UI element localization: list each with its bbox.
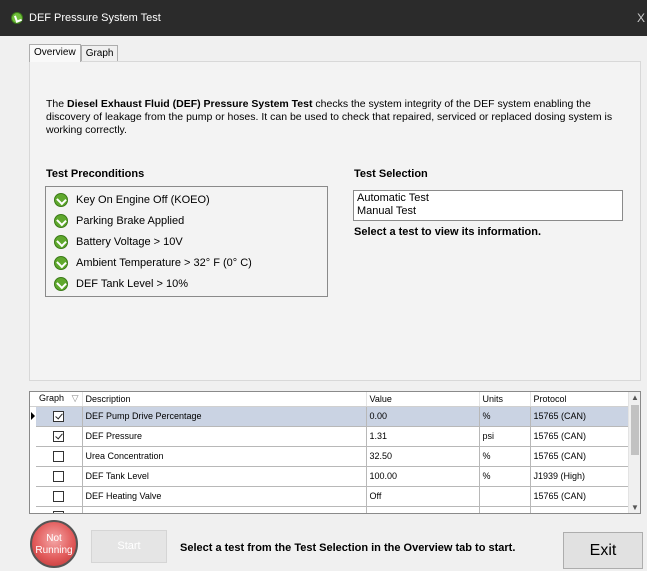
check-circle-icon <box>54 277 68 291</box>
table-row[interactable]: DEF Heating Valve Off 15765 (CAN) <box>30 486 630 507</box>
scroll-down-icon[interactable]: ▼ <box>631 503 639 512</box>
value-cell: Off <box>366 486 480 507</box>
precondition-item: Parking Brake Applied <box>54 214 184 228</box>
window-title: DEF Pressure System Test <box>29 12 161 24</box>
graph-checkbox[interactable] <box>53 450 65 462</box>
value-cell: 32.50 <box>366 446 480 467</box>
protocol-cell: 15765 (CAN) <box>530 426 630 447</box>
units-cell: psi <box>479 426 531 447</box>
graph-checkbox[interactable] <box>53 490 65 502</box>
column-header-description[interactable]: Description <box>82 392 367 407</box>
scrollbar-thumb[interactable] <box>631 405 639 455</box>
row-pointer-icon <box>31 412 35 421</box>
intro-text: The Diesel Exhaust Fluid (DEF) Pressure … <box>46 98 613 136</box>
graph-cell <box>36 466 83 487</box>
graph-cell <box>36 446 83 467</box>
test-selection-list[interactable]: Automatic Test Manual Test <box>353 190 623 221</box>
protocol-cell <box>530 506 630 513</box>
exit-button[interactable]: Exit <box>563 532 643 569</box>
units-cell <box>479 506 531 513</box>
column-header-graph[interactable]: Graph ▽ <box>36 392 83 407</box>
graph-cell <box>36 426 83 447</box>
check-circle-icon <box>54 214 68 228</box>
value-cell: 100.00 <box>366 466 480 487</box>
app-icon <box>11 12 23 24</box>
footer-hint: Select a test from the Test Selection in… <box>180 542 516 554</box>
protocol-cell: 15765 (CAN) <box>530 486 630 507</box>
test-selection-title: Test Selection <box>354 168 428 180</box>
description-cell: Urea Concentration <box>82 446 367 467</box>
overview-panel: The Diesel Exhaust Fluid (DEF) Pressure … <box>29 61 641 381</box>
parameter-grid[interactable]: Graph ▽ Description Value Units Protocol … <box>29 391 641 514</box>
precondition-item: Key On Engine Off (KOEO) <box>54 193 210 207</box>
scroll-up-icon[interactable]: ▲ <box>631 393 639 402</box>
description-cell: DEF Pump Drive Percentage <box>82 406 367 427</box>
selection-hint: Select a test to view its information. <box>354 226 542 238</box>
table-row[interactable]: DEF Pump Drive Percentage 0.00 % 15765 (… <box>30 406 630 427</box>
graph-checkbox[interactable] <box>53 470 65 482</box>
graph-checkbox[interactable] <box>53 510 65 513</box>
graph-checkbox[interactable] <box>53 430 65 442</box>
description-cell: DEF Tank Level <box>82 466 367 487</box>
protocol-cell: J1939 (High) <box>530 466 630 487</box>
graph-checkbox[interactable] <box>53 410 65 422</box>
close-icon[interactable]: X <box>637 11 645 25</box>
check-circle-icon <box>54 193 68 207</box>
protocol-cell: 15765 (CAN) <box>530 406 630 427</box>
preconditions-title: Test Preconditions <box>46 168 145 180</box>
check-circle-icon <box>54 235 68 249</box>
graph-cell <box>36 506 83 513</box>
table-row[interactable]: DEF Pressure 1.31 psi 15765 (CAN) <box>30 426 630 447</box>
precondition-item: DEF Tank Level > 10% <box>54 277 188 291</box>
column-header-units[interactable]: Units <box>479 392 531 407</box>
table-row[interactable]: DEF Tank Level 100.00 % J1939 (High) <box>30 466 630 487</box>
sort-indicator-icon: ▽ <box>71 393 79 404</box>
table-row[interactable]: Urea Concentration 32.50 % 15765 (CAN) <box>30 446 630 467</box>
intro-test-name: Diesel Exhaust Fluid (DEF) Pressure Syst… <box>67 98 313 110</box>
units-cell: % <box>479 406 531 427</box>
value-cell: 0.00 <box>366 406 480 427</box>
graph-cell <box>36 406 83 427</box>
tab-overview[interactable]: Overview <box>29 44 81 62</box>
value-cell: 1.31 <box>366 426 480 447</box>
run-status-indicator[interactable]: Not Running <box>30 520 78 568</box>
description-cell: DEF Pressure <box>82 426 367 447</box>
table-row[interactable] <box>30 506 630 513</box>
grid-scrollbar[interactable]: ▲ ▼ <box>628 392 640 513</box>
test-option-automatic[interactable]: Automatic Test <box>357 192 619 205</box>
tab-strip: Overview Graph <box>29 44 119 62</box>
start-button[interactable]: Start <box>91 530 167 563</box>
column-header-value[interactable]: Value <box>366 392 480 407</box>
units-cell: % <box>479 446 531 467</box>
value-cell <box>366 506 480 513</box>
description-cell <box>82 506 367 513</box>
tab-graph[interactable]: Graph <box>80 45 119 62</box>
precondition-item: Battery Voltage > 10V <box>54 235 183 249</box>
column-header-protocol[interactable]: Protocol <box>530 392 630 407</box>
check-circle-icon <box>54 256 68 270</box>
protocol-cell: 15765 (CAN) <box>530 446 630 467</box>
preconditions-box: Key On Engine Off (KOEO) Parking Brake A… <box>45 186 328 297</box>
grid-header-row: Graph ▽ Description Value Units Protocol <box>30 392 630 407</box>
precondition-item: Ambient Temperature > 32° F (0° C) <box>54 256 252 270</box>
units-cell <box>479 486 531 507</box>
description-cell: DEF Heating Valve <box>82 486 367 507</box>
title-bar: DEF Pressure System Test X <box>0 0 647 36</box>
units-cell: % <box>479 466 531 487</box>
graph-cell <box>36 486 83 507</box>
test-option-manual[interactable]: Manual Test <box>357 205 619 218</box>
